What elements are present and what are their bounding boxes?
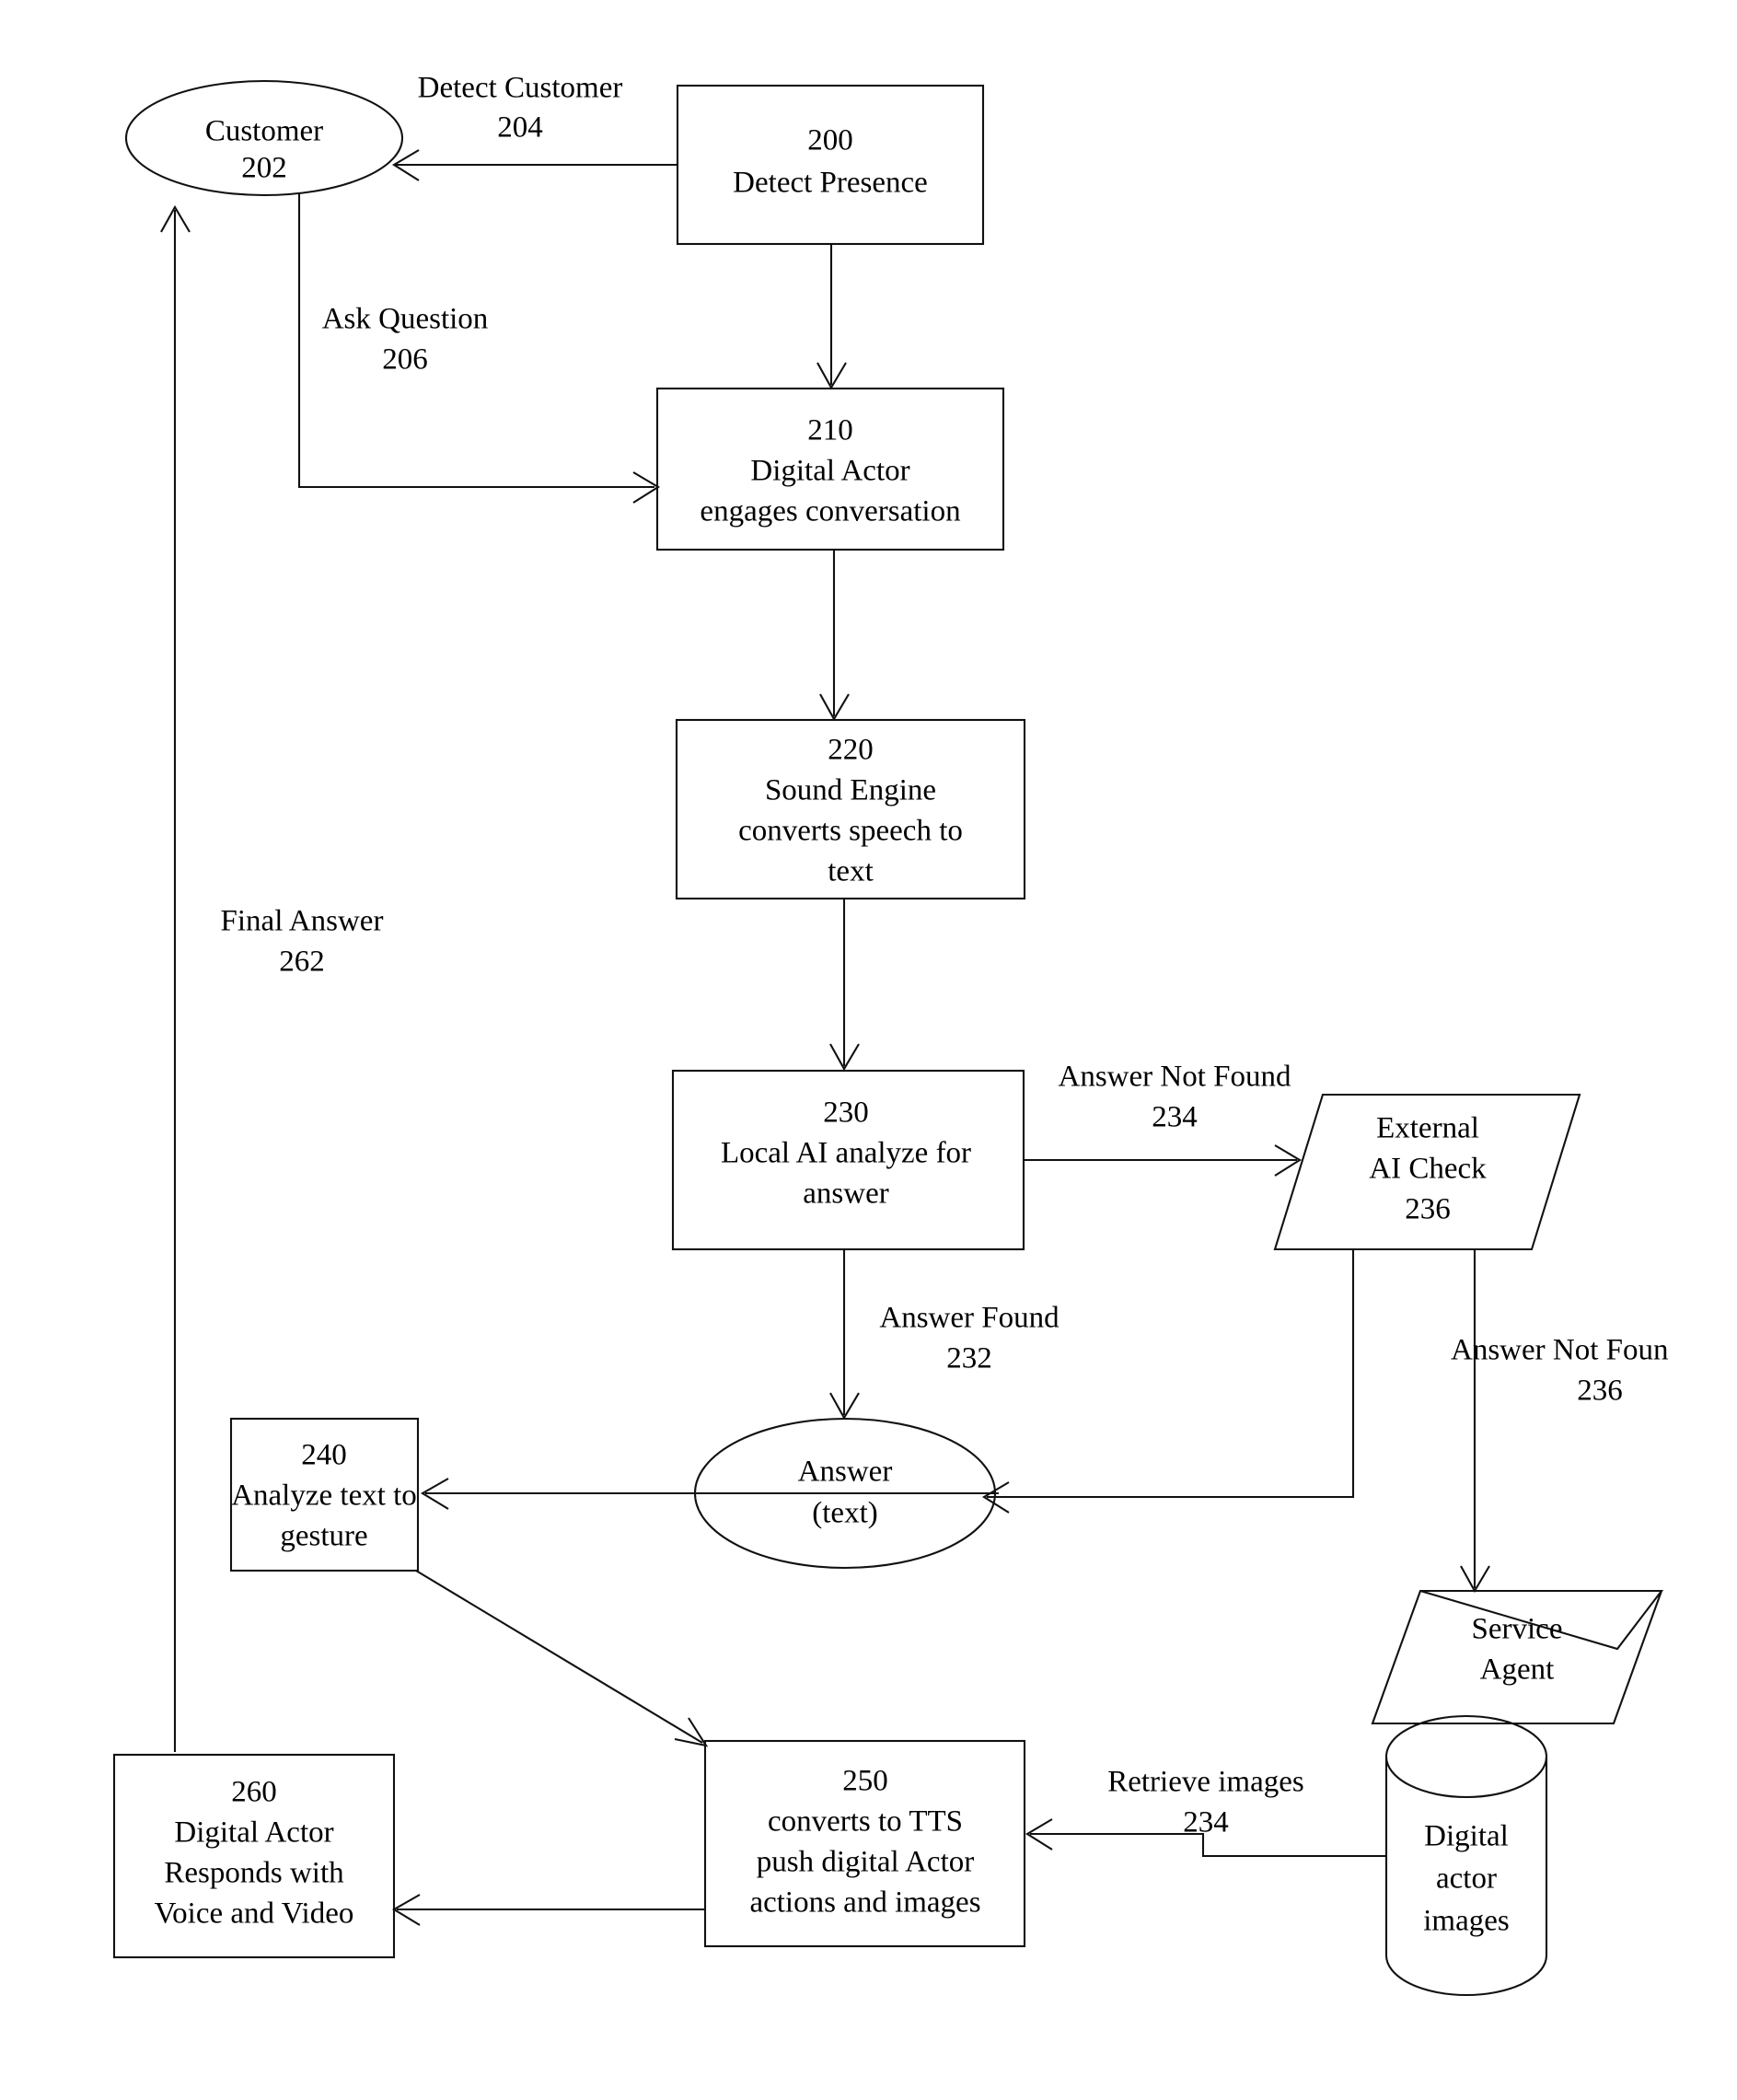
node-respond-line4: Voice and Video bbox=[155, 1897, 354, 1931]
node-analyze-gesture-line3: gesture bbox=[280, 1520, 367, 1553]
node-analyze-gesture-line1: 240 bbox=[301, 1439, 347, 1472]
node-external-ai-line1: External bbox=[1376, 1112, 1479, 1145]
node-customer-line2: 202 bbox=[241, 152, 287, 185]
node-respond-line1: 260 bbox=[231, 1776, 277, 1809]
edge-220-to-230 bbox=[829, 899, 860, 1072]
node-tts-line2: converts to TTS bbox=[768, 1805, 963, 1839]
node-sound-engine-line2: Sound Engine bbox=[765, 774, 936, 807]
node-analyze-gesture[interactable]: 240 Analyze text to gesture bbox=[229, 1417, 420, 1572]
node-digital-actor-line3: engages conversation bbox=[700, 495, 960, 528]
node-local-ai-line1: 230 bbox=[823, 1096, 869, 1130]
label-anf236-line2: 236 bbox=[1577, 1375, 1623, 1408]
label-anf234-line1: Answer Not Found bbox=[1059, 1061, 1291, 1094]
node-respond-line2: Digital Actor bbox=[174, 1816, 333, 1850]
label-ri234-line1: Retrieve images bbox=[1107, 1766, 1304, 1799]
node-respond[interactable]: 260 Digital Actor Responds with Voice an… bbox=[112, 1753, 396, 1959]
node-service-agent-line1: Service bbox=[1472, 1613, 1563, 1646]
label-anf234-line2: 234 bbox=[1152, 1101, 1198, 1134]
edge-250-to-260 bbox=[391, 1894, 704, 1926]
node-answer-line1: Answer bbox=[798, 1456, 893, 1489]
label-af232-line1: Answer Found bbox=[879, 1302, 1060, 1335]
node-external-ai-check[interactable]: External AI Check 236 bbox=[1273, 1093, 1581, 1251]
node-tts-line3: push digital Actor bbox=[757, 1846, 974, 1879]
edge-answer-to-240 bbox=[420, 1478, 999, 1510]
node-digital-actor-line1: 210 bbox=[807, 414, 853, 447]
node-local-ai-line2: Local AI analyze for bbox=[721, 1137, 971, 1170]
flowchart-canvas: Customer 202 200 Detect Presence 210 Dig… bbox=[0, 0, 1737, 2100]
edge-detect-customer bbox=[391, 149, 677, 181]
node-external-ai-line2: AI Check bbox=[1369, 1153, 1487, 1186]
label-anf236-line1: Answer Not Foun bbox=[1451, 1334, 1669, 1367]
node-images-db-line1: Digital bbox=[1424, 1820, 1509, 1853]
edge-answer-found-232 bbox=[829, 1249, 860, 1421]
node-images-db-line3: images bbox=[1423, 1905, 1509, 1938]
node-customer-line1: Customer bbox=[205, 115, 323, 148]
node-tts-line1: 250 bbox=[842, 1765, 888, 1798]
node-digital-actor[interactable]: 210 Digital Actor engages conversation bbox=[655, 387, 1005, 551]
node-service-agent[interactable]: Service Agent bbox=[1371, 1589, 1664, 1725]
node-respond-line3: Responds with bbox=[164, 1857, 344, 1890]
node-tts-line4: actions and images bbox=[749, 1886, 980, 1920]
label-answer-not-found-234: Answer Not Found 234 bbox=[1059, 1061, 1291, 1134]
label-af232-line2: 232 bbox=[946, 1342, 992, 1375]
label-final-answer: Final Answer 262 bbox=[221, 905, 384, 979]
label-final-answer-line1: Final Answer bbox=[221, 905, 384, 938]
label-detect-customer-line2: 204 bbox=[497, 111, 543, 145]
edge-external-to-answer bbox=[981, 1249, 1355, 1514]
node-tts[interactable]: 250 converts to TTS push digital Actor a… bbox=[703, 1739, 1026, 1948]
edge-200-to-210 bbox=[816, 245, 847, 390]
flowchart-svg: Customer 202 200 Detect Presence 210 Dig… bbox=[112, 72, 1669, 1997]
label-detect-customer: Detect Customer 204 bbox=[418, 72, 623, 145]
node-sound-engine[interactable]: 220 Sound Engine converts speech to text bbox=[675, 718, 1026, 900]
node-external-ai-line3: 236 bbox=[1405, 1193, 1451, 1226]
node-sound-engine-line3: converts speech to bbox=[738, 815, 963, 848]
label-ask-question: Ask Question 206 bbox=[322, 303, 489, 377]
node-local-ai-line3: answer bbox=[803, 1178, 888, 1211]
node-service-agent-line2: Agent bbox=[1480, 1653, 1555, 1687]
node-images-db[interactable]: Digital actor images bbox=[1384, 1714, 1548, 1997]
label-final-answer-line2: 262 bbox=[279, 946, 325, 979]
node-detect-presence-line1: 200 bbox=[807, 124, 853, 157]
label-detect-customer-line1: Detect Customer bbox=[418, 72, 623, 105]
label-answer-found-232: Answer Found 232 bbox=[879, 1302, 1060, 1375]
label-retrieve-images-234: Retrieve images 234 bbox=[1107, 1766, 1304, 1839]
label-ask-question-line1: Ask Question bbox=[322, 303, 489, 336]
node-images-db-line2: actor bbox=[1436, 1862, 1497, 1896]
label-answer-not-found-236: Answer Not Foun 236 bbox=[1451, 1334, 1669, 1408]
edge-answer-not-found-234 bbox=[1024, 1144, 1303, 1177]
edge-210-to-220 bbox=[819, 550, 850, 722]
label-ask-question-line2: 206 bbox=[382, 343, 428, 377]
node-answer-line2: (text) bbox=[812, 1497, 877, 1530]
edge-ask-question bbox=[297, 193, 661, 504]
edge-240-to-250 bbox=[415, 1570, 709, 1747]
node-sound-engine-line1: 220 bbox=[828, 734, 874, 767]
node-analyze-gesture-line2: Analyze text to bbox=[231, 1479, 417, 1513]
node-digital-actor-line2: Digital Actor bbox=[750, 455, 909, 488]
edge-answer-not-found-236 bbox=[1460, 1249, 1490, 1594]
node-detect-presence[interactable]: 200 Detect Presence bbox=[676, 84, 985, 246]
node-customer[interactable]: Customer 202 bbox=[124, 79, 404, 197]
edge-final-answer-262 bbox=[160, 204, 191, 1752]
node-local-ai[interactable]: 230 Local AI analyze for answer bbox=[671, 1069, 1025, 1251]
node-detect-presence-line2: Detect Presence bbox=[733, 167, 928, 200]
label-ri234-line2: 234 bbox=[1183, 1806, 1229, 1839]
node-sound-engine-line4: text bbox=[828, 855, 873, 888]
